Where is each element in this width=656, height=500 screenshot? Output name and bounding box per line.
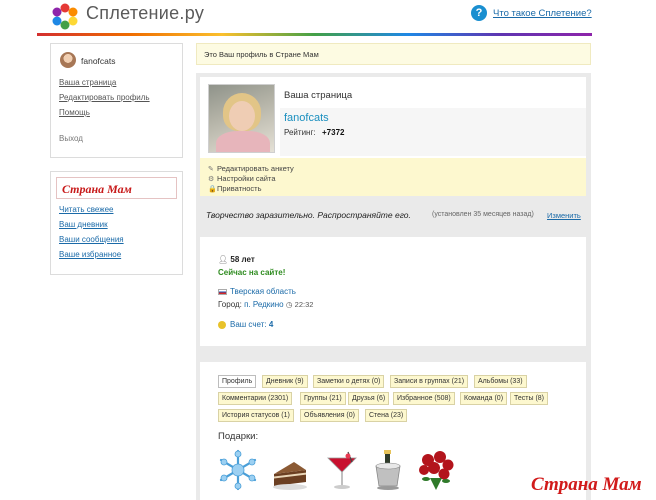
tab-announcements[interactable]: Объявления (0) xyxy=(300,409,359,422)
avatar[interactable] xyxy=(60,52,76,68)
snowflake-gift-icon[interactable] xyxy=(218,448,258,492)
tab-team[interactable]: Команда (0) xyxy=(460,392,508,405)
status-meta: (установлен 35 месяцев назад) xyxy=(432,211,534,218)
city-label: Город: xyxy=(218,300,242,309)
tab-profile[interactable]: Профиль xyxy=(218,375,257,388)
profile-name[interactable]: fanofcats xyxy=(284,112,329,124)
user-menu-links: Ваша страница Редактировать профиль Помо… xyxy=(59,78,150,123)
profile-notice: Это Ваш профиль в Стране Мам xyxy=(196,43,591,65)
my-diary-link[interactable]: Ваш дневник xyxy=(59,220,124,229)
gear-icon: ⚙ xyxy=(208,176,215,183)
tab-tests[interactable]: Тесты (8) xyxy=(510,392,549,405)
tab-comments[interactable]: Комментарии (2301) xyxy=(218,392,293,405)
age-value: 58 лет xyxy=(230,255,255,264)
city-line: Город: п. Редкино ◷ 22:32 xyxy=(218,300,313,309)
tab-diary[interactable]: Дневник (9) xyxy=(262,375,308,388)
edit-profile-action[interactable]: ✎ Редактировать анкету xyxy=(208,164,294,173)
score-value: 4 xyxy=(268,320,274,329)
online-status: Сейчас на сайте! xyxy=(218,268,286,277)
tab-groups[interactable]: Группы (21) xyxy=(300,392,346,405)
read-new-link[interactable]: Читать свежее xyxy=(59,205,124,214)
help-icon[interactable]: ? xyxy=(471,5,487,21)
page-title: Ваша страница xyxy=(284,90,353,101)
tab-child-notes[interactable]: Заметки о детях (0) xyxy=(313,375,385,388)
user-menu-username[interactable]: fanofcats xyxy=(81,56,116,66)
strana-mam-links: Читать свежее Ваш дневник Ваши сообщения… xyxy=(59,205,124,265)
site-settings-action-label: Настройки сайта xyxy=(217,174,276,183)
region[interactable]: Тверская область xyxy=(218,287,296,296)
edit-profile-action-label: Редактировать анкету xyxy=(217,164,294,173)
tab-albums[interactable]: Альбомы (33) xyxy=(474,375,527,388)
my-messages-link[interactable]: Ваши сообщения xyxy=(59,235,124,244)
site-logo-icon[interactable] xyxy=(50,2,80,30)
tab-friends[interactable]: Друзья (6) xyxy=(348,392,390,405)
pencil-icon: ✎ xyxy=(208,166,214,173)
region-link[interactable]: Тверская область xyxy=(230,287,296,296)
tab-favorites[interactable]: Избранное (508) xyxy=(393,392,455,405)
coin-icon xyxy=(218,320,226,329)
change-status-link[interactable]: Изменить xyxy=(547,211,581,220)
logout-link[interactable]: Выход xyxy=(59,134,83,143)
tab-status-history[interactable]: История статусов (1) xyxy=(218,409,294,422)
privacy-action-label: Приватность xyxy=(217,184,262,193)
champagne-bucket-gift-icon[interactable] xyxy=(368,448,408,492)
gifts-title: Подарки: xyxy=(218,431,259,442)
site-settings-action[interactable]: ⚙ Настройки сайта xyxy=(208,174,276,183)
city-link[interactable]: п. Редкино xyxy=(244,300,284,309)
cake-gift-icon[interactable] xyxy=(270,448,310,492)
age-label: 👤︎ 58 лет xyxy=(218,255,255,264)
score-line[interactable]: Ваш счет: 4 xyxy=(218,320,273,329)
flag-icon xyxy=(218,288,227,295)
user-menu: fanofcats Ваша страница Редактировать пр… xyxy=(50,43,183,158)
strana-mam-watermark: Страна Мам xyxy=(531,474,642,495)
cocktail-gift-icon[interactable] xyxy=(322,448,362,492)
help-link[interactable]: Что такое Сплетение? xyxy=(493,8,592,19)
site-header: Сплетение.ру ? Что такое Сплетение? xyxy=(0,0,656,34)
help-menu-link[interactable]: Помощь xyxy=(59,108,150,117)
status-text: Творчество заразительно. Распространяйте… xyxy=(206,210,411,220)
my-favorites-link[interactable]: Ваше избранное xyxy=(59,250,124,259)
profile-photo[interactable] xyxy=(208,84,275,153)
local-time: 22:32 xyxy=(294,300,314,309)
rating-value: +7372 xyxy=(322,128,345,137)
privacy-action[interactable]: 🔒Приватность xyxy=(208,184,262,193)
score-label[interactable]: Ваш счет: xyxy=(230,320,267,329)
edit-profile-link[interactable]: Редактировать профиль xyxy=(59,93,150,102)
tab-group-posts[interactable]: Записи в группах (21) xyxy=(390,375,469,388)
person-icon: 👤︎ xyxy=(218,255,231,264)
strana-mam-menu: Страна Мам Читать свежее Ваш дневник Ваш… xyxy=(50,171,183,275)
clock-icon: ◷ xyxy=(285,300,293,309)
strana-mam-title[interactable]: Страна Мам xyxy=(56,177,177,199)
site-name[interactable]: Сплетение.ру xyxy=(86,3,204,24)
rating-label: Рейтинг: xyxy=(284,128,316,137)
lock-icon: 🔒 xyxy=(208,186,217,193)
tab-wall[interactable]: Стена (23) xyxy=(365,409,408,422)
my-page-link[interactable]: Ваша страница xyxy=(59,78,150,87)
roses-gift-icon[interactable] xyxy=(416,448,456,492)
header-divider xyxy=(37,33,592,36)
